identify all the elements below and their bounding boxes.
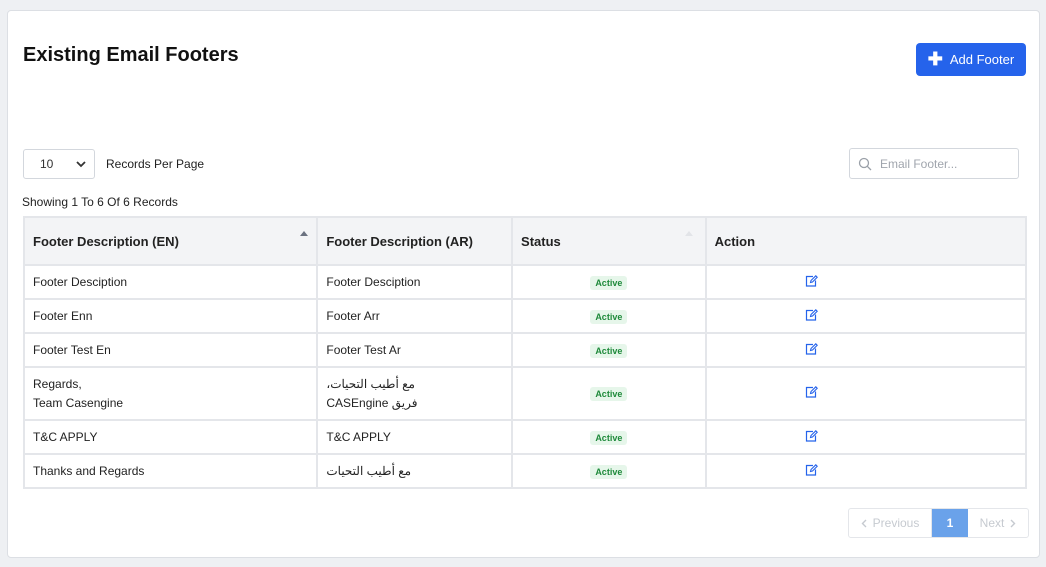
action-cell [704,332,1028,368]
edit-icon[interactable] [805,274,818,290]
status-badge: Active [590,387,628,401]
status-cell: Active [511,332,707,368]
edit-icon[interactable] [805,463,818,479]
status-cell: Active [511,419,707,455]
footers-table: Footer Description (EN) Footer Descripti… [22,216,1028,489]
table-row: Regards, Team Casengine مع أطيب التحيات،… [22,366,1028,421]
search-box[interactable] [849,148,1019,179]
footer-en-line: Team Casengine [33,395,124,410]
column-header-en[interactable]: Footer Description (EN) [22,216,319,266]
status-cell: Active [511,366,707,421]
footer-ar-line: مع أطيب التحيات، [326,376,415,391]
page-1-button[interactable]: 1 [932,509,968,537]
next-label: Next [979,516,1005,530]
footer-ar-line: فريق CASEngine [326,395,418,410]
chevron-down-icon [76,160,86,167]
footer-ar-cell: مع أطيب التحيات، فريق CASEngine [316,366,514,421]
footer-en-cell: Footer Test En [22,332,319,368]
chevron-left-icon [861,519,867,527]
footer-en-cell: Thanks and Regards [22,453,319,489]
table-row: Footer Desciption Footer Desciption Acti… [22,264,1028,300]
action-cell [704,453,1028,489]
chevron-right-icon [1010,519,1016,527]
email-footers-card: Existing Email Footers ✚ Add Footer 10 R… [7,10,1040,558]
previous-page-button[interactable]: Previous [849,509,932,537]
footer-ar-cell: Footer Test Ar [316,332,514,368]
footer-ar-cell: T&C APPLY [316,419,514,455]
status-badge: Active [590,275,628,290]
edit-icon[interactable] [805,386,818,401]
status-cell: Active [511,264,707,300]
page-title: Existing Email Footers [23,44,239,66]
edit-icon[interactable] [805,342,818,358]
add-footer-button[interactable]: ✚ Add Footer [916,43,1026,76]
table-row: Footer Test En Footer Test Ar Active [22,332,1028,368]
column-header-status[interactable]: Status [511,216,707,266]
action-cell [704,264,1028,300]
records-summary: Showing 1 To 6 Of 6 Records [22,195,178,209]
footer-ar-cell: Footer Arr [316,298,514,334]
search-input[interactable] [878,155,1012,172]
status-cell: Active [511,453,707,489]
add-footer-label: Add Footer [949,52,1015,67]
footer-en-cell: T&C APPLY [22,419,319,455]
table-row: Footer Enn Footer Arr Active [22,298,1028,334]
footer-en-cell: Footer Enn [22,298,319,334]
action-cell [704,366,1028,421]
action-cell [704,419,1028,455]
footer-ar-cell: مع أطيب التحيات [316,453,514,489]
table-row: T&C APPLY T&C APPLY Active [22,419,1028,455]
sort-icon [684,231,693,236]
footer-en-line: Regards, [33,376,82,391]
edit-icon[interactable] [805,429,818,445]
table-row: Thanks and Regards مع أطيب التحيات Activ… [22,453,1028,489]
table-header-row: Footer Description (EN) Footer Descripti… [22,216,1028,266]
footer-ar-cell: Footer Desciption [316,264,514,300]
sort-ascending-icon [300,231,309,236]
next-page-button[interactable]: Next [968,509,1028,537]
column-header-action: Action [704,216,1028,266]
records-per-page-label: Records Per Page [106,157,205,171]
status-badge: Active [590,430,628,445]
records-per-page-select[interactable]: 10 [23,149,95,179]
status-badge: Active [590,464,628,479]
search-icon [858,157,872,170]
per-page-value: 10 [40,157,54,171]
action-cell [704,298,1028,334]
pagination: Previous 1 Next [848,508,1029,538]
status-badge: Active [590,343,628,358]
footer-en-cell: Footer Desciption [22,264,319,300]
status-badge: Active [590,309,628,324]
status-cell: Active [511,298,707,334]
footer-en-cell: Regards, Team Casengine [22,366,319,421]
plus-icon: ✚ [927,48,943,69]
previous-label: Previous [872,516,920,530]
edit-icon[interactable] [805,308,818,324]
column-header-ar[interactable]: Footer Description (AR) [316,216,514,266]
